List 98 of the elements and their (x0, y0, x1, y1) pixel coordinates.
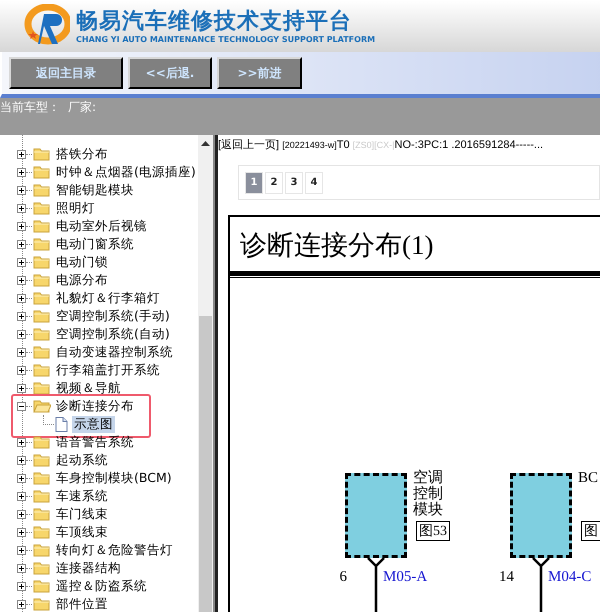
folder-icon (33, 255, 51, 269)
expand-toggle[interactable] (17, 150, 26, 158)
folder-icon (33, 291, 51, 305)
folder-icon (33, 345, 51, 359)
expand-toggle[interactable] (17, 330, 26, 338)
folder-icon (33, 165, 51, 179)
folder-icon (33, 381, 51, 395)
document-type: T0 (336, 139, 350, 151)
expand-toggle[interactable] (17, 168, 26, 176)
scroll-up-icon[interactable] (201, 141, 210, 146)
folder-icon (33, 201, 51, 215)
tree-item[interactable]: 遥控＆防盗系统 (54, 578, 149, 594)
document-number: NO-:3PC:1 .2016591284-----... (394, 139, 544, 151)
tree-item[interactable]: 行李箱盖打开系统 (54, 362, 162, 378)
tree-item[interactable]: 车速系统 (54, 488, 110, 504)
tree-item[interactable]: 电动室外后视镜 (54, 218, 149, 234)
tree-item[interactable]: 部件位置 (54, 596, 110, 612)
folder-icon (33, 579, 51, 593)
folder-icon (33, 147, 51, 161)
tree-item[interactable]: 电动门窗系统 (54, 236, 136, 252)
expand-toggle[interactable] (17, 474, 26, 482)
expand-toggle[interactable] (17, 258, 26, 266)
page-button[interactable]: 2 (265, 172, 283, 194)
tree-item[interactable]: 电源分布 (54, 272, 110, 288)
expand-toggle[interactable] (17, 276, 26, 284)
folder-icon (33, 237, 51, 251)
expand-toggle[interactable] (17, 294, 26, 302)
tree-item[interactable]: 空调控制系统(自动) (54, 326, 172, 342)
figure-reference[interactable]: 图 (581, 521, 600, 541)
folder-icon (33, 597, 51, 611)
folder-icon (33, 543, 51, 557)
folder-icon (33, 273, 51, 287)
tree-item[interactable]: 诊断连接分布 (54, 398, 136, 414)
expand-toggle[interactable] (17, 366, 26, 374)
connector-code: M05-A (383, 569, 428, 586)
tree-item[interactable]: 起动系统 (54, 452, 110, 468)
expand-toggle[interactable] (17, 510, 26, 518)
platform-subtitle: CHANG YI AUTO MAINTENANCE TECHNOLOGY SUPPORT PLATFORM (76, 34, 376, 44)
tree-item[interactable]: 示意图 (72, 416, 115, 432)
diagram-title: 诊断连接分布(1) (230, 217, 600, 276)
page-button[interactable]: 4 (305, 172, 323, 194)
model-label: 当前车型： (0, 99, 60, 116)
platform-title: 畅易汽车维修技术支持平台 (76, 8, 353, 34)
pin-number: 6 (340, 569, 347, 586)
folder-icon (33, 183, 51, 197)
folder-icon (33, 507, 51, 521)
expand-toggle[interactable] (17, 582, 26, 590)
document-code: [20221493-w] (282, 140, 337, 150)
tree-item[interactable]: 照明灯 (54, 200, 97, 216)
back-link[interactable]: [返回上一页] (218, 139, 280, 151)
folder-icon (33, 489, 51, 503)
tree-item[interactable]: 车顶线束 (54, 524, 110, 540)
tree-item[interactable]: 时钟＆点烟器(电源插座) (54, 164, 198, 180)
folder-icon (33, 453, 51, 467)
tree-item[interactable]: 转向灯＆危险警告灯 (54, 542, 175, 558)
document-icon (55, 416, 68, 432)
module-label: 空调控制模块 (413, 470, 444, 518)
scrollbar-thumb[interactable] (199, 316, 212, 612)
connector-code: M04-C (548, 569, 592, 586)
maker-label: 厂家: (68, 99, 96, 116)
folder-icon (33, 435, 51, 449)
expand-toggle[interactable] (17, 564, 26, 572)
expand-toggle[interactable] (17, 186, 26, 194)
collapse-toggle[interactable] (17, 402, 26, 410)
tree-item[interactable]: 视频＆导航 (54, 380, 123, 396)
expand-toggle[interactable] (17, 546, 26, 554)
folder-icon (33, 471, 51, 485)
tree-item[interactable]: 空调控制系统(手动) (54, 308, 172, 324)
folder-icon (33, 309, 51, 323)
page-button[interactable]: 3 (285, 172, 303, 194)
expand-toggle[interactable] (17, 528, 26, 536)
expand-toggle[interactable] (17, 492, 26, 500)
pin-number: 14 (499, 569, 514, 586)
folder-icon (33, 561, 51, 575)
folder-icon (33, 327, 51, 341)
tree-item[interactable]: 搭铁分布 (54, 146, 110, 162)
tree-item[interactable]: 电动门锁 (54, 254, 110, 270)
expand-toggle[interactable] (17, 312, 26, 320)
figure-reference[interactable]: 图53 (416, 521, 450, 541)
tree-item[interactable]: 语音警告系统 (54, 434, 136, 450)
tree-item[interactable]: 自动变速器控制系统 (54, 344, 175, 360)
expand-toggle[interactable] (17, 222, 26, 230)
expand-toggle[interactable] (17, 240, 26, 248)
tree-item[interactable]: 车身控制模块(BCM) (54, 470, 174, 486)
expand-toggle[interactable] (17, 384, 26, 392)
module-label: BC (578, 470, 600, 486)
folder-icon (33, 525, 51, 539)
folder-icon (33, 399, 51, 413)
tree-item[interactable]: 车门线束 (54, 506, 110, 522)
expand-toggle[interactable] (17, 348, 26, 356)
expand-toggle[interactable] (17, 456, 26, 464)
folder-icon (33, 219, 51, 233)
expand-toggle[interactable] (17, 204, 26, 212)
expand-toggle[interactable] (17, 600, 26, 608)
tree-item[interactable]: 连接器结构 (54, 560, 123, 576)
tree-item[interactable]: 智能钥匙模块 (54, 182, 136, 198)
folder-icon (33, 363, 51, 377)
tree-item[interactable]: 礼貌灯＆行李箱灯 (54, 290, 162, 306)
